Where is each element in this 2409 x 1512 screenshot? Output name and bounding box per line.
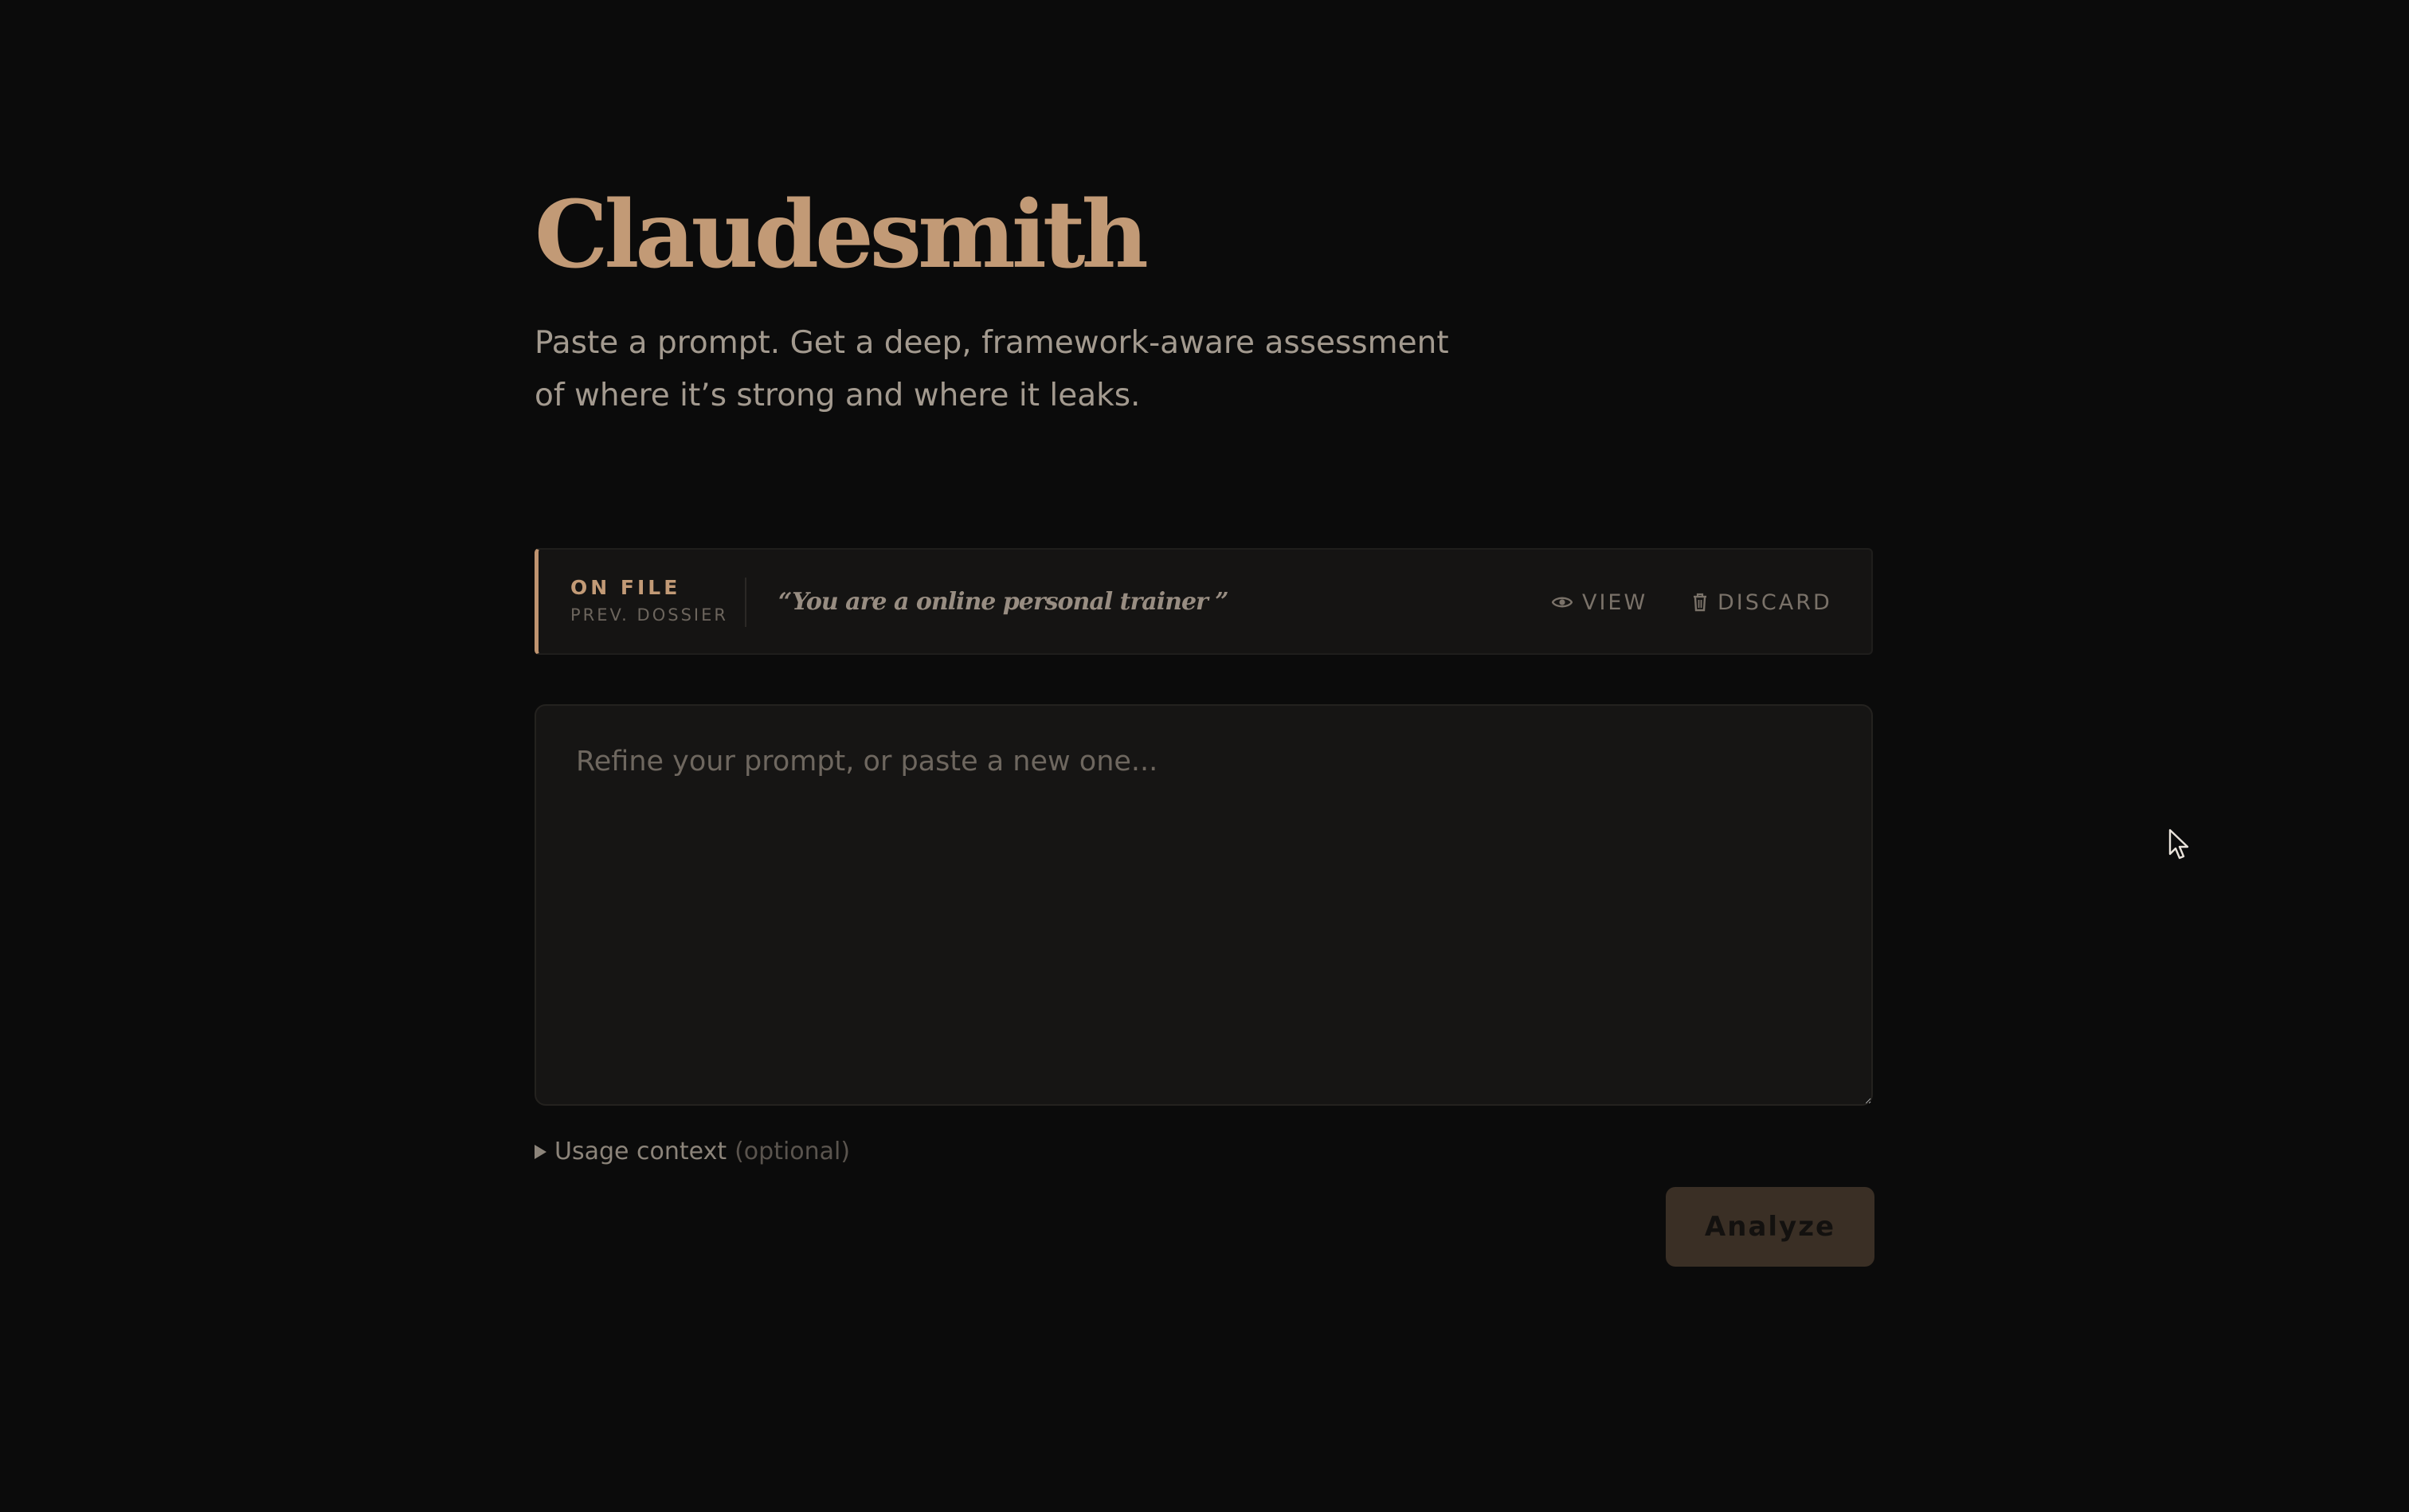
page-title: Claudesmith: [535, 181, 1149, 289]
analyze-button[interactable]: Analyze: [1666, 1187, 1874, 1267]
discard-button-label: DISCARD: [1718, 590, 1832, 615]
subtitle-line-2: of where it’s strong and where it leaks.: [535, 378, 1141, 413]
usage-context-label: Usage context: [554, 1138, 727, 1165]
on-file-divider: [745, 578, 746, 627]
usage-context-toggle[interactable]: Usage context (optional): [535, 1134, 850, 1169]
on-file-card: ON FILE PREV. DOSSIER “You are a online …: [535, 548, 1873, 655]
triangle-right-icon: [535, 1145, 546, 1159]
view-button-label: VIEW: [1582, 590, 1648, 615]
view-button[interactable]: VIEW: [1552, 585, 1647, 620]
on-file-prompt-quote: “You are a online personal trainer ”: [778, 588, 1229, 616]
on-file-tag: ON FILE PREV. DOSSIER: [570, 575, 728, 629]
discard-button[interactable]: DISCARD: [1692, 585, 1832, 620]
prev-dossier-label: PREV. DOSSIER: [570, 605, 728, 625]
usage-context-optional-label: (optional): [734, 1138, 851, 1165]
prompt-input[interactable]: [535, 704, 1873, 1106]
eye-icon: [1552, 595, 1573, 609]
trash-icon: [1692, 593, 1708, 612]
subtitle-line-1: Paste a prompt. Get a deep, framework-aw…: [535, 325, 1449, 361]
page-subtitle: Paste a prompt. Get a deep, framework-aw…: [535, 317, 1449, 422]
mouse-pointer-icon: [2168, 828, 2191, 865]
on-file-label: ON FILE: [570, 576, 681, 599]
